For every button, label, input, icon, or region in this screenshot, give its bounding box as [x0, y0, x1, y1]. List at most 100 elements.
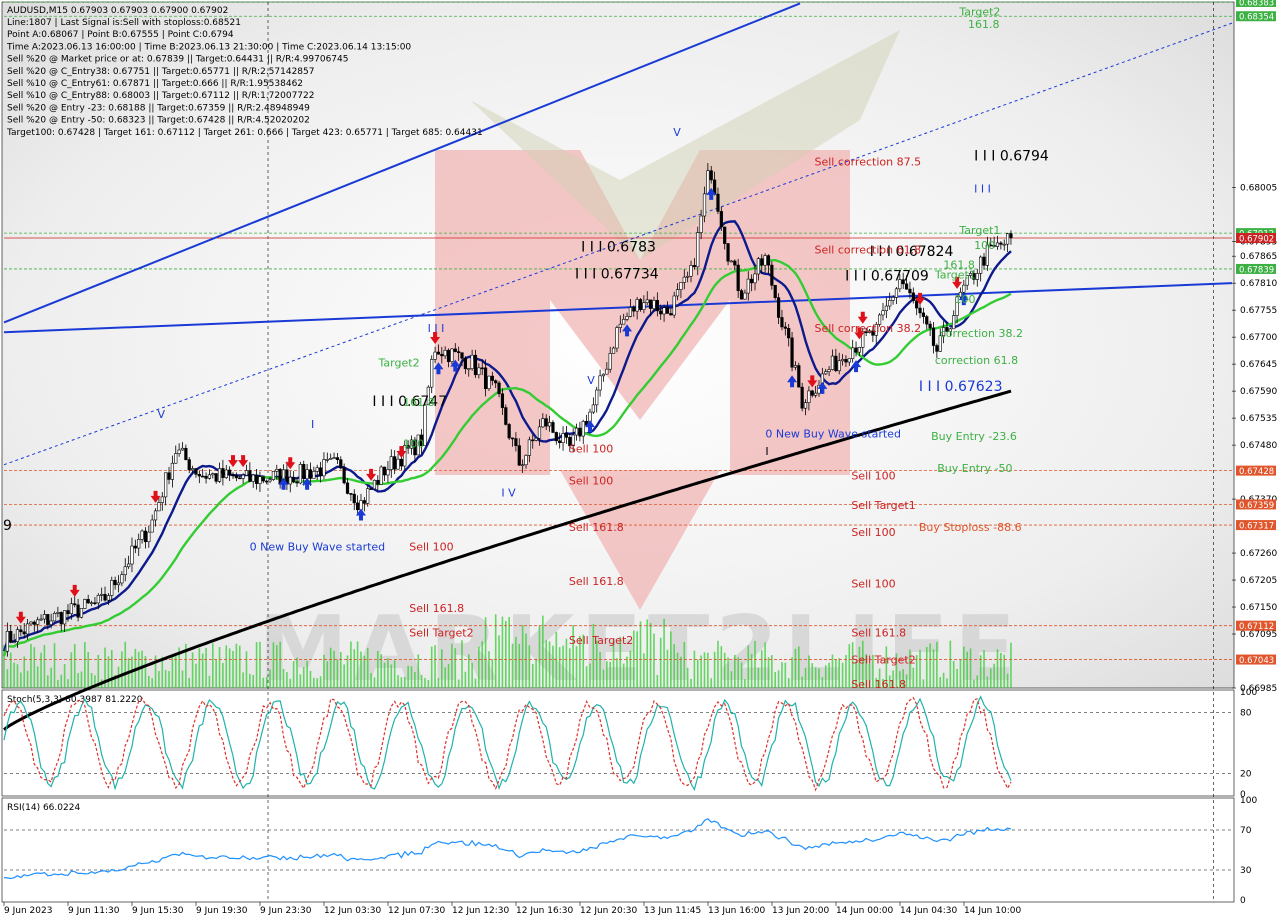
- candle-body: [329, 458, 333, 460]
- candle-body: [238, 477, 242, 480]
- time-tick-label: 9 Jun 19:30: [196, 906, 248, 916]
- candle-body: [450, 348, 454, 362]
- time-tick-label: 12 Jun 07:30: [388, 906, 445, 916]
- price-tick-label: 0.67590: [1240, 387, 1277, 397]
- candle-body: [807, 390, 811, 403]
- signal-label: 0 New Buy Wave started: [765, 428, 901, 441]
- candle-body: [696, 232, 700, 268]
- candle-body: [638, 299, 643, 310]
- candle-body: [349, 493, 353, 495]
- candle-body: [514, 438, 518, 446]
- candle-body: [541, 418, 545, 428]
- price-tick-label: 0.67810: [1240, 279, 1277, 289]
- candle-body: [66, 610, 70, 615]
- signal-label: Sell Target2: [409, 626, 473, 639]
- candle-body: [999, 242, 1003, 245]
- candle-body: [716, 193, 720, 212]
- info-line: Sell %10 @ C_Entry61: 0.67871 || Target:…: [7, 79, 303, 89]
- candle-body: [979, 256, 983, 274]
- candle-body: [312, 471, 316, 479]
- candle-body: [797, 365, 801, 388]
- candle-body: [776, 297, 781, 318]
- candle-body: [635, 299, 639, 312]
- candle-body: [665, 307, 670, 314]
- candle-body: [73, 603, 77, 606]
- candle-body: [86, 599, 90, 604]
- candle-body: [534, 437, 538, 441]
- candle-body: [261, 476, 265, 482]
- candle-body: [827, 369, 831, 372]
- indicator-tick-label: 100: [1240, 796, 1257, 806]
- candle-body: [480, 367, 484, 370]
- candle-body: [106, 595, 111, 601]
- signal-label: Sell 100: [569, 442, 613, 455]
- price-badge-label: 0.67317: [1239, 522, 1274, 532]
- indicator-tick-label: 30: [1240, 866, 1252, 876]
- candle-body: [147, 531, 151, 543]
- signal-label: Sell Target2: [569, 634, 633, 647]
- candle-body: [315, 467, 319, 472]
- candle-body: [662, 307, 666, 315]
- candle-body: [160, 496, 164, 503]
- candle-body: [430, 359, 434, 388]
- candle-body: [928, 323, 932, 329]
- candle-body: [275, 469, 279, 472]
- candle-body: [332, 457, 336, 459]
- candle-body: [672, 295, 676, 316]
- candle-body: [362, 500, 366, 504]
- candle-body: [288, 476, 292, 485]
- candle-body: [739, 290, 744, 300]
- candle-body: [931, 327, 936, 346]
- info-line: Sell %20 @ Entry -23: 0.68188 || Target:…: [7, 103, 310, 113]
- candle-body: [746, 278, 750, 294]
- candle-body: [504, 407, 508, 425]
- info-line: Sell %20 @ Entry -50: 0.68323 || Target:…: [7, 116, 310, 126]
- candle-body: [659, 310, 663, 315]
- candle-body: [352, 493, 356, 504]
- candle-body: [925, 316, 929, 325]
- candle-body: [699, 215, 703, 233]
- candle-body: [1009, 233, 1013, 239]
- candle-body: [800, 386, 804, 409]
- info-line: Line:1807 | Last Signal is:Sell with sto…: [7, 18, 241, 28]
- signal-label: Sell 161.8: [851, 626, 906, 639]
- candle-body: [918, 307, 922, 314]
- time-tick-label: 12 Jun 16:30: [516, 906, 573, 916]
- candle-body: [995, 242, 1000, 247]
- candle-body: [494, 380, 498, 384]
- signal-label: I I I: [974, 182, 991, 195]
- candle-body: [143, 530, 148, 543]
- candle-body: [733, 260, 737, 266]
- candle-body: [649, 299, 653, 309]
- candle-body: [894, 288, 899, 298]
- candle-body: [578, 427, 582, 437]
- candle-body: [83, 599, 87, 609]
- candle-body: [783, 326, 787, 329]
- candle-body: [615, 327, 619, 349]
- candle-body: [244, 470, 249, 476]
- candle-body: [564, 433, 569, 438]
- candle-body: [295, 481, 299, 484]
- candle-body: [214, 473, 218, 482]
- candle-body: [318, 467, 323, 477]
- candle-body: [544, 418, 548, 427]
- candle-body: [888, 300, 892, 307]
- candle-body: [184, 447, 188, 460]
- price-tick-label: 0.67645: [1240, 360, 1277, 370]
- candle-body: [1005, 233, 1010, 245]
- candle-body: [56, 612, 60, 614]
- candle-body: [1002, 243, 1006, 246]
- price-mark-label: I I I 0.67709: [845, 269, 929, 285]
- candle-body: [854, 347, 858, 353]
- candle-body: [366, 488, 370, 504]
- signal-label: Target1: [958, 224, 1000, 237]
- signal-label: Sell 100: [851, 526, 895, 539]
- indicator-label: RSI(14) 66.0224: [7, 803, 80, 813]
- chart-canvas: MARKET2LIFE I I I 0.6794I I I 0.6783I I …: [0, 0, 1280, 920]
- candle-body: [709, 170, 713, 181]
- signal-label: correction 38.2: [940, 327, 1023, 340]
- signal-label: Sell 161.8: [569, 575, 624, 588]
- candle-body: [157, 502, 161, 512]
- candle-body: [679, 282, 683, 290]
- candle-body: [625, 316, 629, 320]
